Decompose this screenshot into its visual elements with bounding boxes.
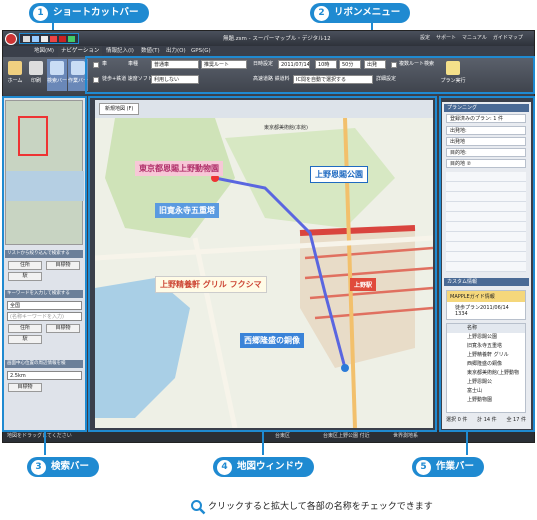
magnifier-icon: [191, 500, 206, 515]
callout-work-bar: 5 作業バー: [412, 457, 485, 477]
printer-icon: [29, 61, 43, 75]
search-bar-button[interactable]: 検索バー: [47, 59, 67, 91]
open-icon[interactable]: [32, 36, 39, 42]
guide-map-link[interactable]: ガイドマップ: [493, 34, 523, 41]
callout-label: 地図ウィンドウ: [237, 461, 304, 472]
app-logo-icon[interactable]: [5, 33, 17, 45]
callout-pointer: [262, 432, 264, 455]
save-icon[interactable]: [23, 36, 30, 42]
callout-pointer: [44, 432, 46, 455]
callout-label: ショートカットバー: [53, 7, 139, 18]
callout-number: 4: [217, 460, 232, 475]
callout-shortcut-bar: 1 ショートカットバー: [29, 3, 149, 23]
home-button[interactable]: ホーム: [5, 59, 25, 91]
tab-map[interactable]: 地図(M): [31, 46, 57, 57]
callout-map-window: 4 地図ウィンドウ: [213, 457, 314, 477]
stop-icon[interactable]: [59, 36, 66, 42]
title-bar: 無題.zsm - スーパーマップル・デジタル12 設定 サポート マニュアル ガ…: [3, 31, 534, 46]
shortcut-bar: [19, 33, 79, 44]
callout-pointer: [466, 432, 468, 455]
map-window-frame: [88, 96, 437, 432]
callout-number: 1: [33, 6, 48, 21]
callout-label: 検索バー: [51, 461, 90, 472]
callout-search-bar: 3 検索バー: [27, 457, 100, 477]
ribbon-frame: [85, 56, 535, 94]
home-button-label: ホーム: [7, 78, 23, 84]
work-bar-frame: [439, 96, 535, 432]
search-bar-button-label: 検索バー: [47, 78, 68, 84]
header-links: 設定 サポート マニュアル ガイドマップ: [420, 34, 523, 41]
manual-link[interactable]: マニュアル: [462, 34, 487, 41]
footer-note: クリックすると拡大して各部の名称をチェックできます: [208, 502, 433, 512]
callout-label: リボンメニュー: [334, 7, 401, 18]
print-icon[interactable]: [41, 36, 48, 42]
print-button[interactable]: 印刷: [26, 59, 46, 91]
callout-number: 2: [314, 6, 329, 21]
home-icon: [8, 61, 22, 75]
route-icon[interactable]: [68, 36, 75, 42]
search-bar-frame: [2, 96, 87, 432]
search-panel-icon: [50, 61, 64, 75]
callout-number: 3: [31, 460, 46, 475]
callout-label: 作業バー: [436, 461, 475, 472]
window-title: 無題.zsm - スーパーマップル・デジタル12: [223, 36, 331, 42]
support-link[interactable]: サポート: [436, 34, 456, 41]
callout-number: 5: [416, 460, 431, 475]
work-panel-icon: [71, 61, 85, 75]
settings-link[interactable]: 設定: [420, 34, 430, 41]
print-button-label: 印刷: [30, 78, 41, 84]
gps-icon[interactable]: [50, 36, 57, 42]
callout-ribbon-menu: 2 リボンメニュー: [310, 3, 411, 23]
